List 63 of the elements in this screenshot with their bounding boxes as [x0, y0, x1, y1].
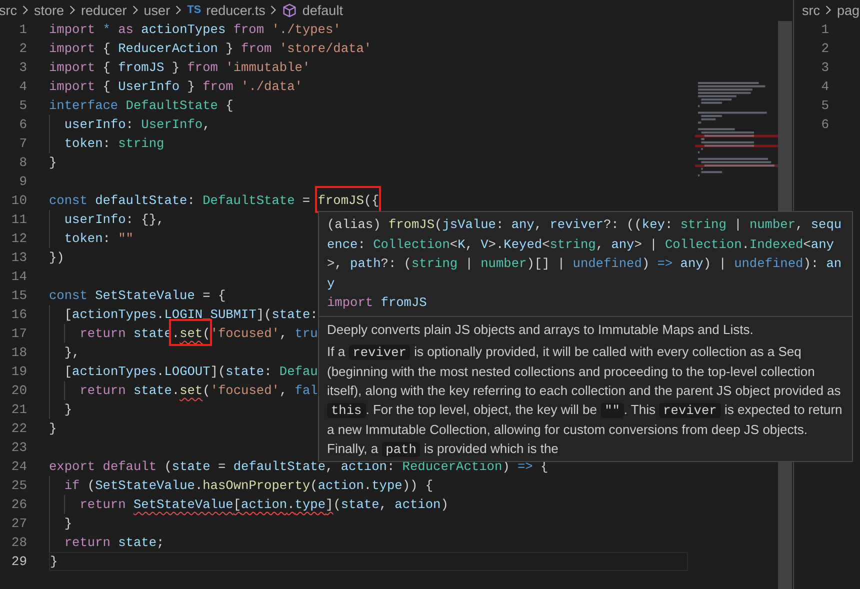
line-number: 21 [10, 402, 27, 417]
line-number: 1 [18, 22, 27, 37]
line-number: 3 [820, 59, 829, 77]
code-line: }, [63, 344, 80, 361]
line-number: 14 [10, 269, 27, 284]
line-number: 6 [820, 116, 829, 134]
code-line: const defaultState: DefaultState = fromJS({ [49, 192, 380, 209]
line-number: 26 [10, 497, 27, 512]
line-number: 10 [10, 193, 27, 208]
code-line: }) [49, 249, 64, 266]
code-line: import { ReducerAction } from 'store/data' [49, 40, 372, 57]
line-number: 5 [820, 97, 829, 115]
line-number: 12 [10, 231, 27, 246]
code-line: } [49, 420, 57, 437]
line-number: 24 [10, 459, 27, 474]
line-number: 20 [10, 383, 27, 398]
line-number: 16 [10, 307, 27, 322]
code-line: userInfo: UserInfo, [63, 116, 210, 133]
code-line: } [49, 154, 57, 171]
line-number: 27 [10, 516, 27, 531]
line-number: 3 [18, 60, 27, 75]
line-number: 18 [10, 345, 27, 360]
code-line: import { fromJS } from 'immutable' [49, 59, 310, 76]
line-number: 17 [10, 326, 27, 341]
line-number: 15 [10, 288, 27, 303]
code-line: return state; [63, 534, 164, 551]
line-number: 29 [10, 554, 27, 569]
code-line: if (SetStateValue.hasOwnProperty(action.type)) { [63, 477, 434, 494]
code-line: interface DefaultState { [49, 97, 234, 114]
line-number: 7 [18, 136, 27, 151]
line-number: 23 [10, 440, 27, 455]
hover-import-line: import fromJS [326, 294, 428, 312]
code-line: } [50, 553, 58, 570]
typescript-file-icon: TS [187, 4, 202, 16]
line-number: 22 [10, 421, 27, 436]
hover-description: If a reviver is optionally provided, it will be called with every collection as a Seq (beginning with the most nested collections and proceeding to the top-level collection itself), along with the key referring to each collection and the parent JS object provided as this . For the top level, object, the key will be "" . This reviver is expected to return a new Immutable Collection, allowing for custom conversions from deep JS objects. Finally, a path is provided which is the [327, 342, 844, 458]
code-line: import { UserInfo } from './data' [49, 78, 302, 95]
code-line: return SetStateValue[action.type](state, action) [78, 496, 448, 513]
code-line: [actionTypes.LOGIN_SUBMIT](state: [63, 306, 318, 323]
code-line: token: "" [63, 230, 134, 247]
line-number: 2 [820, 40, 829, 58]
line-number: 11 [10, 212, 27, 227]
line-number: 19 [10, 364, 27, 379]
line-number: 25 [10, 478, 27, 493]
code-line: userInfo: {}, [63, 211, 164, 228]
code-line: } [63, 515, 72, 532]
line-number: 4 [18, 79, 27, 94]
line-number: 4 [820, 78, 829, 96]
line-number: 5 [18, 98, 27, 113]
hover-description: Deeply converts plain JS objects and arrays to Immutable Maps and Lists. [327, 320, 754, 338]
line-number: 8 [18, 155, 27, 170]
code-line: import * as actionTypes from './types' [49, 21, 341, 38]
code-line: return state.set('focused', fal [78, 382, 318, 399]
code-line: [actionTypes.LOGOUT](state: Defau [63, 363, 318, 380]
code-line: token: string [63, 135, 164, 152]
code-line: } [63, 401, 72, 418]
line-number: 6 [18, 117, 27, 132]
line-number: 2 [18, 41, 27, 56]
code-line: const SetStateValue = { [49, 287, 226, 304]
line-number: 13 [10, 250, 27, 265]
line-number: 9 [18, 174, 27, 189]
line-number: 1 [820, 21, 829, 39]
line-number: 28 [10, 535, 27, 550]
